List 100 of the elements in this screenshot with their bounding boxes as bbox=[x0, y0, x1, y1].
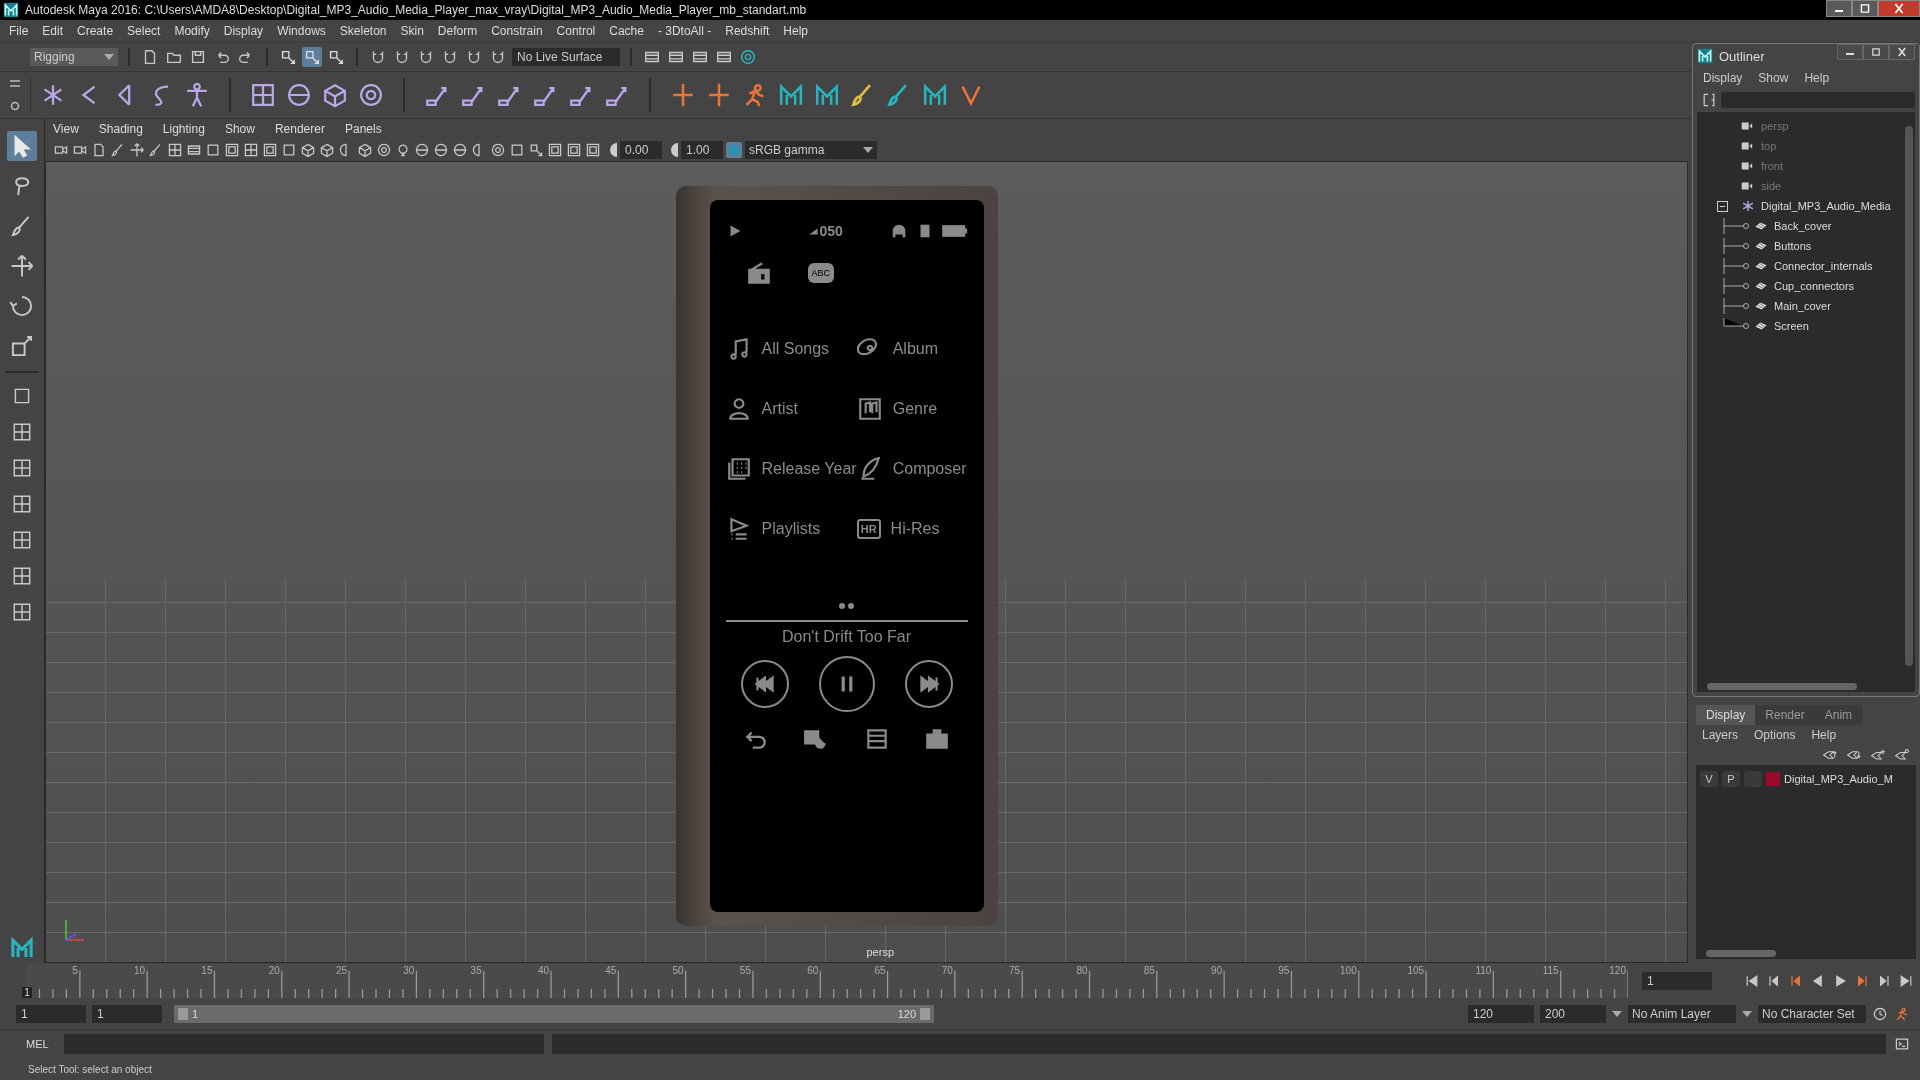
layer-menu-item[interactable]: Options bbox=[1754, 728, 1796, 742]
shelf-menu-icon[interactable] bbox=[9, 78, 21, 90]
maximize-button[interactable] bbox=[1863, 44, 1889, 60]
menu-item[interactable]: Modify bbox=[167, 24, 217, 38]
horizontal-scrollbar[interactable] bbox=[1707, 682, 1857, 690]
script-editor-icon[interactable] bbox=[1894, 1036, 1910, 1052]
new-layer-selected-icon[interactable] bbox=[1894, 747, 1910, 763]
character-set-dropdown[interactable]: No Character Set bbox=[1758, 1005, 1866, 1023]
layer-menu-item[interactable]: Help bbox=[1811, 728, 1837, 742]
player-menu-item[interactable]: All Songs bbox=[725, 336, 857, 362]
running-figure-icon[interactable] bbox=[1894, 1006, 1910, 1022]
player-menu-item[interactable]: Artist bbox=[725, 396, 857, 422]
range-start-handle[interactable] bbox=[178, 1008, 188, 1020]
frame-icon[interactable] bbox=[566, 142, 582, 158]
current-frame-marker[interactable]: 1 bbox=[22, 987, 32, 998]
visibility-toggle[interactable]: V bbox=[1700, 771, 1718, 787]
textured-cube-icon[interactable] bbox=[357, 142, 373, 158]
key-clock-icon[interactable] bbox=[1872, 1006, 1888, 1022]
frame-icon[interactable] bbox=[547, 142, 563, 158]
outliner-item[interactable]: Screen bbox=[1697, 316, 1903, 336]
menu-item[interactable]: Constrain bbox=[484, 24, 550, 38]
anim-layer-dropdown[interactable]: No Anim Layer bbox=[1628, 1005, 1736, 1023]
player-menu-item[interactable]: Release Year bbox=[725, 456, 857, 482]
new-layer-icon[interactable] bbox=[1870, 747, 1886, 763]
command-input-field[interactable] bbox=[64, 1034, 544, 1054]
menu-item[interactable]: Cache bbox=[602, 24, 651, 38]
menu-item[interactable]: - 3DtoAll - bbox=[650, 24, 719, 38]
layer-name[interactable]: Digital_MP3_Audio_M bbox=[1784, 773, 1893, 785]
panel-menu-item[interactable]: View bbox=[53, 122, 87, 136]
color-space-dropdown[interactable]: sRGB gamma bbox=[745, 141, 877, 159]
layer-tab[interactable]: Display bbox=[1696, 705, 1756, 725]
next-track-button[interactable] bbox=[904, 660, 953, 708]
lattice-cube-icon[interactable] bbox=[321, 81, 349, 109]
bind-skin-icon[interactable] bbox=[249, 81, 277, 109]
exposure-field[interactable]: 0.00 bbox=[620, 141, 662, 159]
shaded-cube-icon[interactable] bbox=[319, 142, 335, 158]
maximize-button[interactable] bbox=[1852, 0, 1878, 17]
move-icon[interactable] bbox=[129, 142, 145, 158]
grid-icon[interactable] bbox=[167, 142, 183, 158]
vertical-scrollbar[interactable] bbox=[1905, 126, 1913, 666]
previous-track-button[interactable] bbox=[740, 660, 789, 708]
menu-item[interactable]: Help bbox=[776, 24, 815, 38]
layer-tab[interactable]: Render bbox=[1755, 705, 1815, 725]
menu-set-dropdown[interactable]: Rigging bbox=[30, 48, 118, 66]
panel-menu-item[interactable]: Shading bbox=[98, 122, 151, 136]
playback-start-field[interactable]: 1 bbox=[92, 1005, 162, 1023]
panel-menu-item[interactable]: Renderer bbox=[274, 122, 333, 136]
outliner-item[interactable]: Connector_internals bbox=[1697, 256, 1903, 276]
menu-item[interactable]: Redshift bbox=[718, 24, 777, 38]
layer-tab[interactable]: Anim bbox=[1814, 705, 1863, 725]
3d-viewport[interactable]: 050 ABC All Songs Album Artist Genre Release Year Composer Playlists HR Hi-Res Don't Drift Too Far persp bbox=[45, 161, 1688, 963]
menu-item[interactable]: Skeleton bbox=[332, 24, 394, 38]
outliner-item[interactable]: Main_cover bbox=[1697, 296, 1903, 316]
outliner-item[interactable]: Buttons bbox=[1697, 236, 1903, 256]
range-end-handle[interactable] bbox=[920, 1008, 930, 1020]
current-frame-field[interactable]: 1 bbox=[1642, 972, 1712, 990]
layer-color-swatch[interactable] bbox=[1766, 772, 1780, 786]
wireframe-cube-icon[interactable] bbox=[300, 142, 316, 158]
menu-item[interactable]: Create bbox=[70, 24, 121, 38]
go-to-start-icon[interactable] bbox=[1744, 973, 1760, 989]
player-menu-item[interactable]: HR Hi-Res bbox=[856, 516, 968, 542]
range-slider[interactable]: 1 120 bbox=[174, 1005, 934, 1023]
cluster-icon[interactable] bbox=[357, 81, 385, 109]
menu-item[interactable]: Deform bbox=[430, 24, 485, 38]
panel-menu-item[interactable]: Panels bbox=[344, 122, 390, 136]
square-icon[interactable] bbox=[509, 142, 525, 158]
panel-menu-item[interactable]: Show bbox=[224, 122, 263, 136]
player-menu-item[interactable]: Album bbox=[856, 336, 968, 362]
minimize-button[interactable] bbox=[1826, 0, 1852, 17]
start-frame-field[interactable]: 1 bbox=[16, 1005, 86, 1023]
radio-icon[interactable] bbox=[745, 260, 772, 286]
caret-icon[interactable] bbox=[1742, 1011, 1752, 1017]
ring-icon[interactable] bbox=[490, 142, 506, 158]
color-management-icon[interactable] bbox=[726, 142, 742, 158]
briefcase-icon[interactable] bbox=[924, 726, 951, 752]
player-menu-item[interactable]: Genre bbox=[856, 396, 968, 422]
group-node[interactable]: Digital_MP3_Audio_Media bbox=[1697, 196, 1903, 216]
playback-toggle[interactable]: P bbox=[1722, 771, 1740, 787]
settings-icon[interactable] bbox=[9, 100, 21, 112]
outliner-menu-item[interactable]: Help bbox=[1804, 71, 1830, 85]
player-menu-item[interactable]: Composer bbox=[856, 456, 968, 482]
playback-end-field[interactable]: 120 bbox=[1468, 1005, 1534, 1023]
abc-chat-badge[interactable]: ABC bbox=[807, 263, 834, 283]
frame-icon[interactable] bbox=[585, 142, 601, 158]
go-to-end-icon[interactable] bbox=[1898, 973, 1914, 989]
caret-icon[interactable] bbox=[1612, 1011, 1622, 1017]
outliner-menu-item[interactable]: Show bbox=[1758, 71, 1789, 85]
outliner-menu-item[interactable]: Display bbox=[1703, 71, 1743, 85]
menu-item[interactable]: Windows bbox=[270, 24, 333, 38]
menu-item[interactable]: Edit bbox=[35, 24, 71, 38]
pause-button[interactable] bbox=[818, 656, 875, 712]
hypershade-icon[interactable] bbox=[738, 47, 758, 67]
menu-item[interactable]: Select bbox=[120, 24, 168, 38]
outliner-item[interactable]: Cup_connectors bbox=[1697, 276, 1903, 296]
object-select-icon[interactable] bbox=[302, 47, 322, 67]
outliner-item[interactable]: Back_cover bbox=[1697, 216, 1903, 236]
player-menu-item[interactable]: Playlists bbox=[725, 516, 857, 542]
collapse-toggle[interactable] bbox=[1717, 200, 1728, 212]
gamma-field[interactable]: 1.00 bbox=[681, 141, 723, 159]
menu-item[interactable]: Control bbox=[549, 24, 603, 38]
